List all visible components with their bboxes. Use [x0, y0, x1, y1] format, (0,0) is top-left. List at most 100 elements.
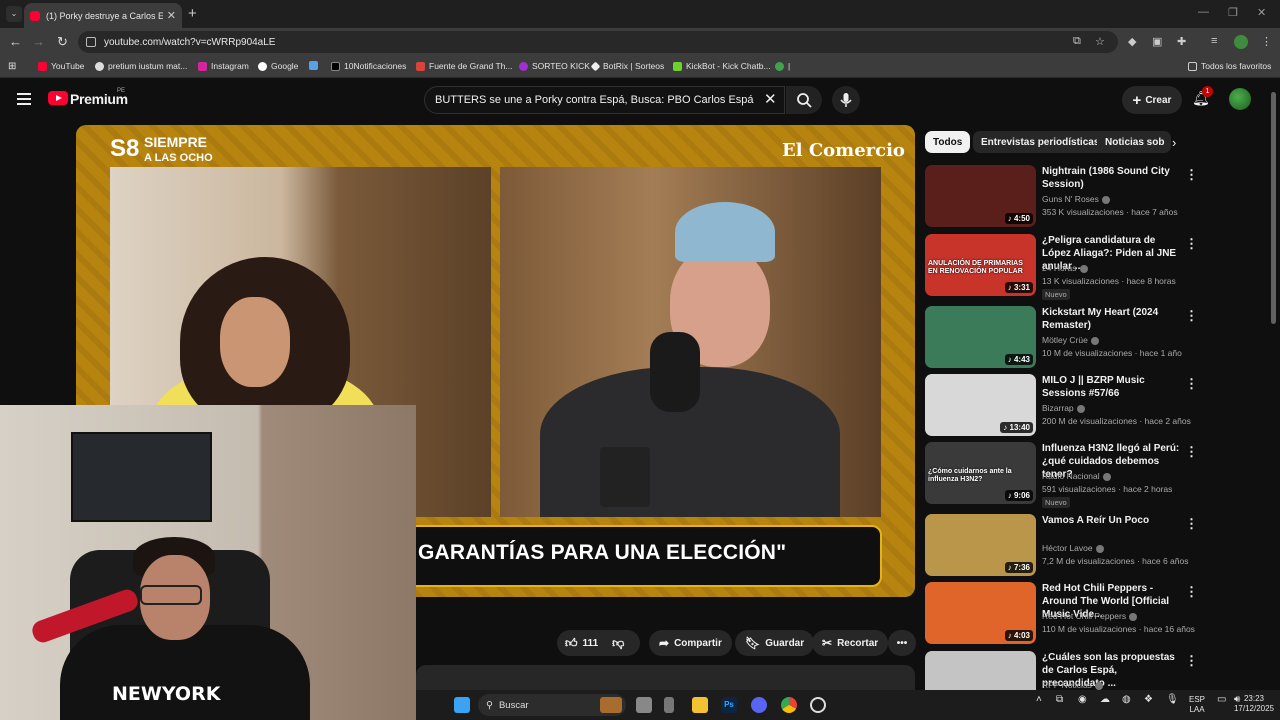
extension-icon[interactable]: ▣ — [1152, 35, 1162, 48]
file-explorer-icon[interactable] — [692, 697, 708, 713]
search-button[interactable] — [786, 86, 822, 114]
channel-name[interactable]: Guns N' Roses — [1042, 194, 1110, 204]
profile-avatar[interactable] — [1234, 35, 1248, 49]
channel-name[interactable]: Héctor Lavoe — [1042, 543, 1104, 553]
more-options-icon[interactable]: ⋮ — [1185, 653, 1198, 669]
recommendation-title[interactable]: Vamos A Reír Un Poco — [1042, 514, 1182, 527]
windows-start-icon[interactable] — [454, 697, 470, 713]
more-options-icon[interactable]: ⋮ — [1185, 376, 1198, 392]
video-thumbnail[interactable]: ♪ 4:50 — [925, 165, 1036, 227]
chips-next-icon[interactable]: › — [1172, 135, 1176, 150]
video-thumbnail[interactable]: ♪ 4:03 — [925, 582, 1036, 644]
video-thumbnail[interactable]: ♪ 7:36 — [925, 514, 1036, 576]
bookmark-extension[interactable]: | — [775, 61, 790, 71]
bookmark-10notificaciones[interactable]: 10Notificaciones — [331, 61, 406, 71]
obs-icon[interactable] — [810, 697, 826, 713]
tray-app-icon[interactable]: ☁ — [1100, 695, 1110, 705]
account-avatar[interactable] — [1229, 88, 1251, 110]
video-thumbnail[interactable]: ¿Cómo cuidarnos ante la influenza H3N2? ♪… — [925, 442, 1036, 504]
address-bar[interactable]: youtube.com/watch?v=cWRRp904aLE — [78, 31, 1118, 53]
chip-entrevistas[interactable]: Entrevistas periodísticas — [973, 131, 1108, 153]
chrome-icon[interactable] — [781, 697, 797, 713]
bookmark-grand-theft[interactable]: Fuente de Grand Th... — [416, 61, 512, 71]
channel-name[interactable]: 24 Horas — [1042, 263, 1088, 273]
back-icon[interactable]: ← — [9, 34, 22, 49]
save-button[interactable]: 🔖︎ Guardar — [735, 630, 815, 656]
bookmark-star-icon[interactable]: ☆ — [1095, 35, 1105, 48]
clock[interactable]: 23:23 17/12/2025 — [1232, 694, 1276, 714]
language-indicator[interactable]: ESP LAA — [1189, 695, 1205, 715]
channel-name[interactable]: Mötley Crüe — [1042, 335, 1099, 345]
more-actions-button[interactable]: ••• — [888, 630, 916, 656]
weather-widget-icon[interactable] — [600, 697, 622, 713]
discord-icon[interactable] — [751, 697, 767, 713]
bookmark-youtube[interactable]: YouTube — [38, 61, 84, 71]
bookmark-pretium[interactable]: pretium iustum mat... — [95, 61, 187, 71]
chip-todos[interactable]: Todos — [925, 131, 971, 153]
more-options-icon[interactable]: ⋮ — [1185, 236, 1198, 252]
close-window-icon[interactable]: ✕ — [1257, 6, 1266, 19]
recommendation-title[interactable]: MILO J || BZRP Music Sessions #57/66 — [1042, 374, 1182, 400]
channel-name[interactable]: Radio Nacional — [1042, 471, 1111, 481]
tray-chevron-icon[interactable]: ˄ — [1036, 695, 1042, 705]
install-app-icon[interactable]: ⧉ — [1073, 35, 1081, 48]
reload-icon[interactable]: ↻ — [57, 34, 68, 50]
recommendation-item[interactable]: ♪ 4:43 Kickstart My Heart (2024 Remaster)… — [925, 306, 1265, 368]
share-button[interactable]: ➦ Compartir — [649, 630, 732, 656]
channel-name[interactable]: RPP Noticias — [1042, 680, 1103, 690]
recommendation-item[interactable]: ANULACIÓN DE PRIMARIAS EN RENOVACIÓN POP… — [925, 234, 1265, 300]
recommendation-title[interactable]: Nightrain (1986 Sound City Session) — [1042, 165, 1182, 191]
recommendation-item[interactable]: ♪ 13:40 MILO J || BZRP Music Sessions #57… — [925, 374, 1265, 436]
new-tab-button[interactable]: + — [188, 5, 197, 22]
channel-name[interactable]: Bizarrap — [1042, 403, 1085, 413]
youtube-logo-icon[interactable] — [48, 91, 68, 105]
bookmark-sorteo-kick[interactable]: SORTEO KICK — [519, 61, 590, 71]
bookmark-extension[interactable] — [309, 61, 322, 70]
page-scrollbar[interactable] — [1271, 92, 1276, 324]
extension-icon[interactable]: ◆ — [1128, 35, 1136, 48]
like-count[interactable]: 111 — [583, 638, 599, 649]
more-options-icon[interactable]: ⋮ — [1185, 444, 1198, 460]
recommendation-item[interactable]: ¿Cómo cuidarnos ante la influenza H3N2? ♪… — [925, 442, 1265, 508]
clip-button[interactable]: ✂ Recortar — [812, 630, 889, 656]
chip-noticias[interactable]: Noticias sob — [1097, 131, 1171, 153]
voice-search-button[interactable] — [832, 86, 860, 114]
menu-icon[interactable] — [17, 93, 31, 105]
microphone-tray-icon[interactable]: 🎙︎ — [1166, 695, 1179, 705]
tray-app-icon[interactable]: ◉ — [1078, 695, 1087, 705]
tray-app-icon[interactable]: ⧉ — [1056, 695, 1063, 705]
extensions-puzzle-icon[interactable]: ✚ — [1177, 35, 1186, 48]
recommendation-title[interactable]: Kickstart My Heart (2024 Remaster) — [1042, 306, 1182, 332]
clear-search-icon[interactable]: ✕ — [764, 90, 777, 108]
create-button[interactable]: + Crear — [1122, 86, 1182, 114]
app-icon[interactable] — [664, 697, 674, 713]
recommendation-item[interactable]: ♪ 7:36 Vamos A Reír Un Poco Héctor Lavoe 7,… — [925, 514, 1265, 576]
more-options-icon[interactable]: ⋮ — [1185, 584, 1198, 600]
photoshop-icon[interactable]: Ps — [721, 697, 737, 713]
close-tab-icon[interactable]: ✕ — [167, 9, 176, 22]
restore-icon[interactable]: ❐ — [1228, 6, 1238, 19]
tray-app-icon[interactable]: ◍ — [1122, 695, 1131, 705]
all-bookmarks-folder[interactable]: Todos los favoritos — [1188, 61, 1271, 71]
video-thumbnail[interactable]: ANULACIÓN DE PRIMARIAS EN RENOVACIÓN POP… — [925, 234, 1036, 296]
bookmark-instagram[interactable]: Instagram — [198, 61, 249, 71]
site-info-icon[interactable] — [86, 37, 96, 47]
forward-icon[interactable]: → — [32, 34, 45, 49]
reading-list-icon[interactable]: ≡ — [1211, 35, 1217, 47]
video-thumbnail[interactable]: ♪ 13:40 — [925, 374, 1036, 436]
dislike-icon[interactable]: 👎︎ — [612, 636, 624, 651]
more-options-icon[interactable]: ⋮ — [1185, 167, 1198, 183]
tray-app-icon[interactable]: ❖ — [1144, 695, 1153, 705]
more-options-icon[interactable]: ⋮ — [1185, 308, 1198, 324]
chrome-menu-icon[interactable]: ⋮ — [1261, 35, 1272, 48]
browser-tab[interactable]: (1) Porky destruye a Carlos Espá ✕ — [24, 3, 182, 28]
minimize-icon[interactable]: — — [1198, 6, 1209, 18]
recommendation-item[interactable]: ♪ 4:50 Nightrain (1986 Sound City Session… — [925, 165, 1265, 227]
bookmark-botrix[interactable]: BotRix | Sorteos — [590, 61, 664, 71]
like-icon[interactable]: 👍︎ — [565, 636, 578, 651]
bookmark-kickbot[interactable]: KickBot - Kick Chatb... — [673, 61, 771, 71]
recommendation-item[interactable]: ♪ 4:03 Red Hot Chili Peppers - Around The… — [925, 582, 1265, 644]
task-view-icon[interactable] — [636, 697, 652, 713]
network-icon[interactable]: ▭ — [1217, 695, 1226, 705]
tab-search-menu-icon[interactable]: ⌄ — [6, 6, 22, 22]
